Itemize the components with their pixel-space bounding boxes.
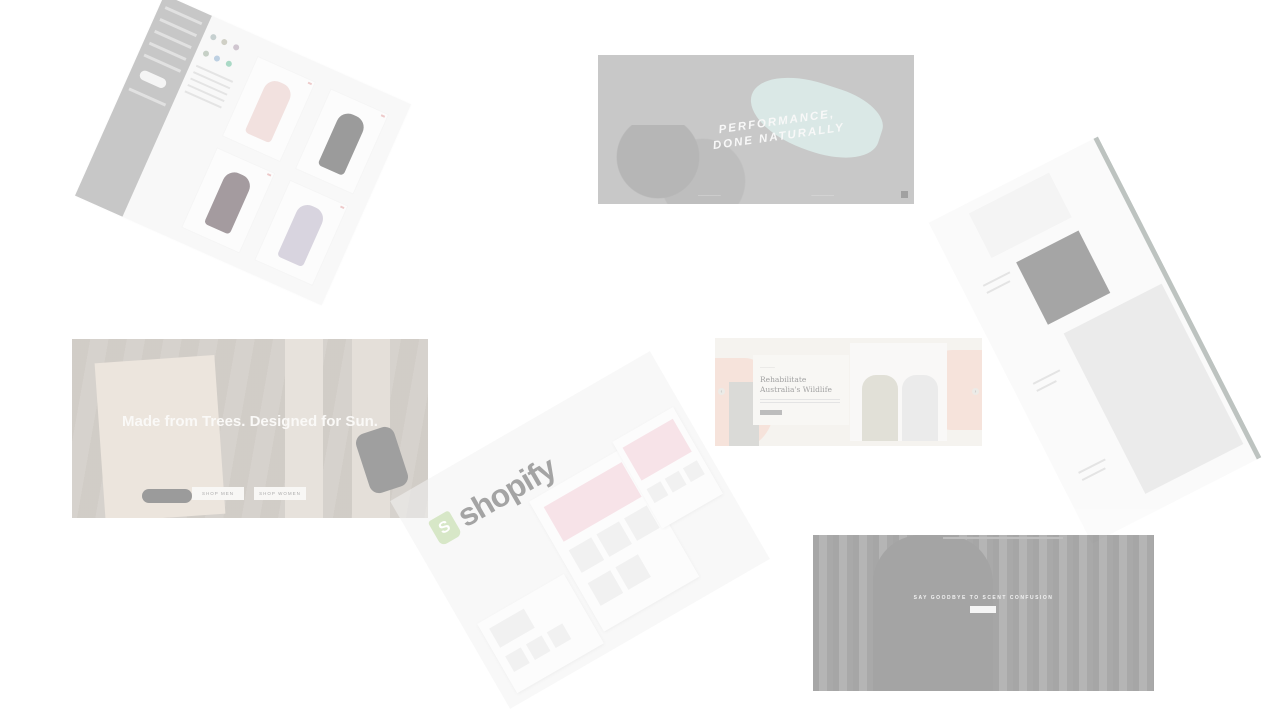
model-image <box>902 375 938 441</box>
shop-men-button[interactable]: SHOP MEN <box>192 487 244 500</box>
sale-badge <box>307 81 313 86</box>
mockup-product <box>664 470 687 493</box>
product-image <box>1063 283 1244 494</box>
color-swatch <box>209 33 218 42</box>
hero-buttons: SHOP MEN SHOP WOMEN <box>192 487 306 500</box>
trees-hero-banner: Made from Trees. Designed for Sun. SHOP … <box>72 339 428 518</box>
mockup-product <box>568 537 605 573</box>
panel-body <box>760 399 840 405</box>
wildlife-text-panel: ────── Rehabilitate Australia's Wildlife <box>753 355 849 425</box>
sale-badge <box>340 205 345 210</box>
scent-banner: SAY GOODBYE TO SCENT CONFUSION <box>813 535 1154 691</box>
mockup-product <box>615 554 651 590</box>
mockup-product <box>587 570 624 606</box>
panel-cta-button[interactable] <box>760 410 782 415</box>
hero-headline: Made from Trees. Designed for Sun. <box>122 413 378 430</box>
wildlife-banner: ────── Rehabilitate Australia's Wildlife… <box>715 338 982 446</box>
sidebar-nav-line <box>128 87 167 107</box>
dress-image <box>276 201 327 268</box>
panel-kicker: ────── <box>760 366 775 370</box>
chat-icon <box>901 191 908 198</box>
sidebar-button <box>138 69 168 90</box>
performance-banner: PERFORMANCE, DONE NATURALLY ──────── ───… <box>598 55 914 204</box>
mockup-product <box>596 521 632 557</box>
mockup-product <box>682 460 705 483</box>
product-image <box>1016 230 1111 325</box>
models-photo <box>850 343 947 441</box>
scent-cta-button[interactable] <box>970 606 996 613</box>
banner-link: ──────── <box>811 193 834 198</box>
mockup-product <box>525 635 551 660</box>
site-nav <box>943 537 1063 539</box>
mockup-product <box>546 623 572 648</box>
mockup-product <box>505 647 530 672</box>
color-swatch <box>220 38 229 47</box>
shopify-bag-icon: S <box>427 509 463 546</box>
mockup-hero <box>622 418 692 481</box>
scent-tagline: SAY GOODBYE TO SCENT CONFUSION <box>913 595 1054 601</box>
text-line <box>1078 458 1106 474</box>
chevron-left-icon[interactable]: ‹ <box>718 388 725 395</box>
product-card <box>181 147 276 254</box>
product-card <box>254 179 349 287</box>
text-line <box>1036 380 1057 392</box>
shop-women-button[interactable]: SHOP WOMEN <box>254 487 306 500</box>
model-image <box>873 535 993 691</box>
color-swatch <box>224 59 233 68</box>
color-swatch <box>232 43 241 52</box>
sale-badge <box>380 114 386 118</box>
color-swatch <box>213 54 222 63</box>
text-line <box>1032 369 1061 385</box>
model-image <box>862 375 898 441</box>
color-swatch <box>202 49 210 58</box>
dress-image <box>203 168 254 235</box>
shopify-promo: S shopify <box>390 351 770 709</box>
store-sidebar <box>74 0 212 217</box>
panel-title: Rehabilitate Australia's Wildlife <box>760 375 832 394</box>
banner-link: ──────── <box>698 193 721 198</box>
shoe-image <box>142 489 192 503</box>
text-line <box>982 271 1011 287</box>
dresses-store-screenshot <box>74 0 412 306</box>
dress-image <box>317 109 368 176</box>
product-card <box>294 88 390 195</box>
mockup-product <box>646 481 669 504</box>
sale-badge <box>266 173 272 177</box>
dress-image <box>244 77 295 144</box>
chevron-right-icon[interactable]: › <box>972 388 979 395</box>
banner-links: ──────── ──────── <box>698 193 834 198</box>
